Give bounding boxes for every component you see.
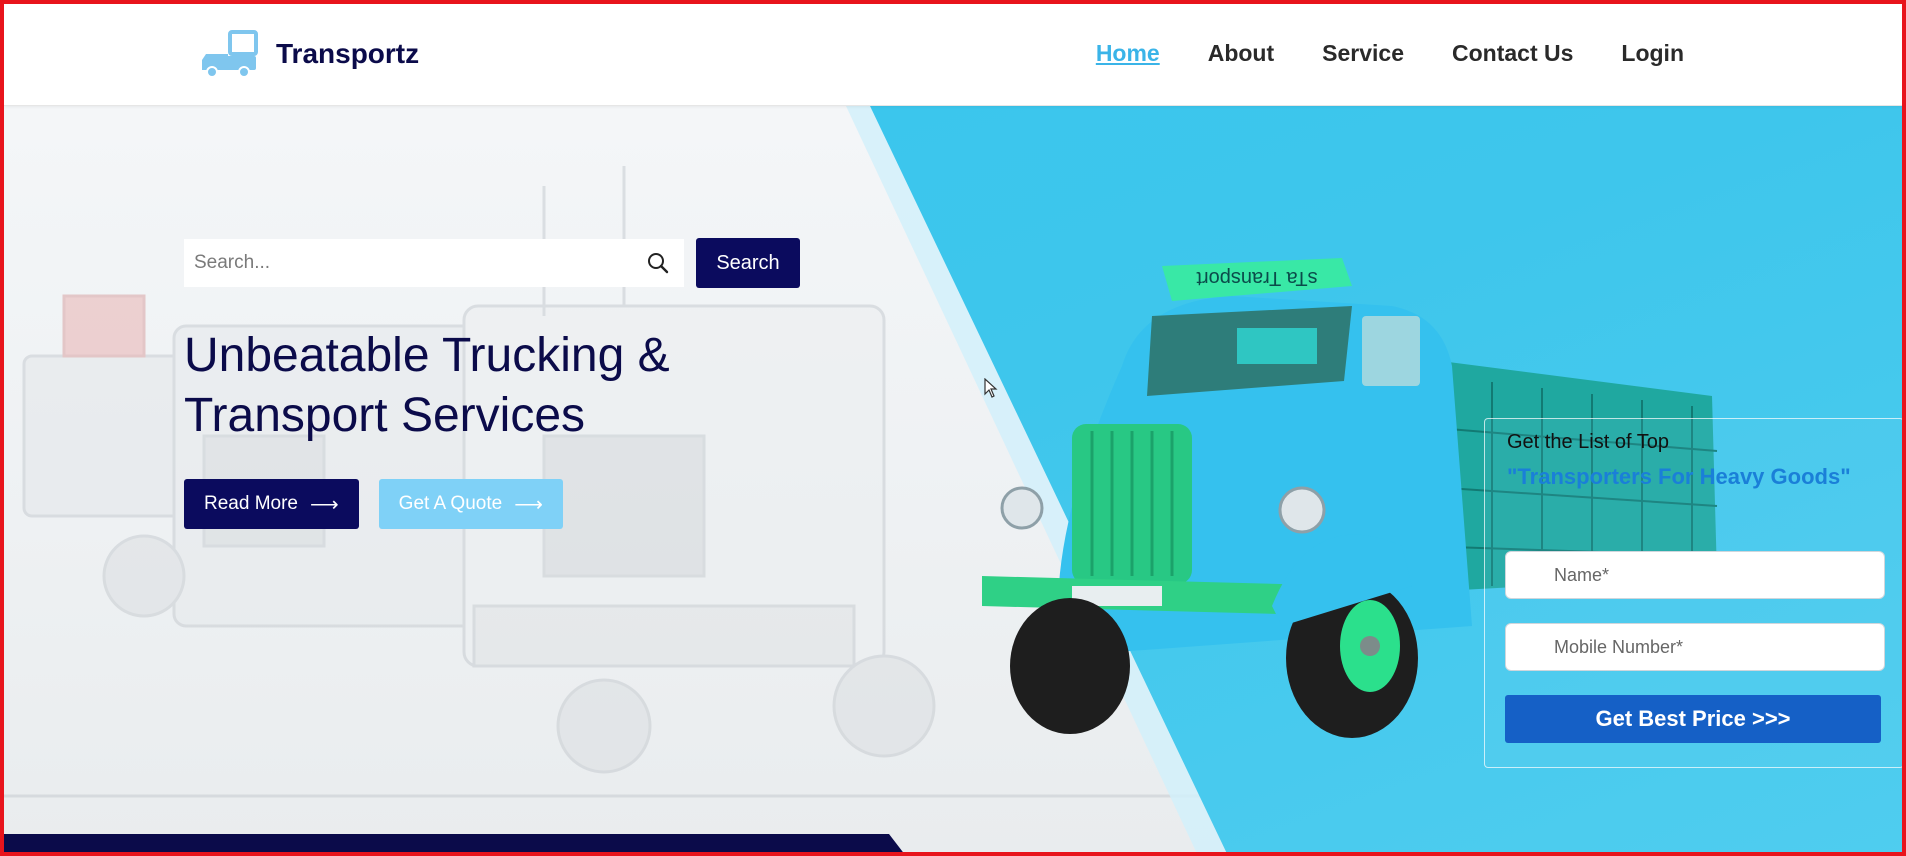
nav-about[interactable]: About [1208,40,1274,67]
name-field[interactable] [1505,551,1885,599]
nav-home[interactable]: Home [1096,40,1160,67]
form-subheading: "Transporters For Heavy Goods" [1507,464,1851,489]
arrow-right-icon: ⟶ [310,493,339,516]
truck-sign-text: sTa Transport [1196,267,1318,289]
read-more-button[interactable]: Read More ⟶ [184,479,359,529]
search-box [184,239,684,287]
hero-bottom-bar [4,834,909,852]
hero-section: Search Unbeatable Trucking & Transport S… [4,106,1902,852]
get-best-price-button[interactable]: Get Best Price >>> [1505,695,1881,743]
hero-headline: Unbeatable Trucking & Transport Services [184,326,824,446]
brand-logo[interactable]: Transportz [200,30,419,78]
brand-name: Transportz [276,38,420,69]
headline-line-1: Unbeatable Trucking & [184,329,670,382]
nav-service[interactable]: Service [1322,40,1404,67]
quote-form: Get the List of Top "Transporters For He… [1484,418,1902,768]
arrow-right-icon: ⟶ [514,493,543,516]
nav-contact-us[interactable]: Contact Us [1452,40,1573,67]
nav-login[interactable]: Login [1621,40,1684,67]
headline-line-2: Transport Services [184,389,586,442]
get-quote-label: Get A Quote [398,493,503,514]
site-header: Transportz Home About Service Contact Us… [4,4,1902,106]
search-bar: Search [184,238,800,288]
browser-frame: Search Unbeatable Trucking & Transport S… [0,0,1906,856]
truck-icon [202,30,258,78]
mouse-cursor-icon [984,378,998,398]
cta-buttons: Read More ⟶ Get A Quote ⟶ [184,479,563,529]
main-nav: Home About Service Contact Us Login [1096,40,1684,67]
get-quote-button[interactable]: Get A Quote ⟶ [378,479,563,529]
search-button[interactable]: Search [696,238,800,288]
form-heading: Get the List of Top [1507,431,1669,453]
mobile-number-field[interactable] [1505,623,1885,671]
search-icon[interactable] [646,251,670,275]
search-input[interactable] [194,252,634,274]
read-more-label: Read More [204,493,298,514]
